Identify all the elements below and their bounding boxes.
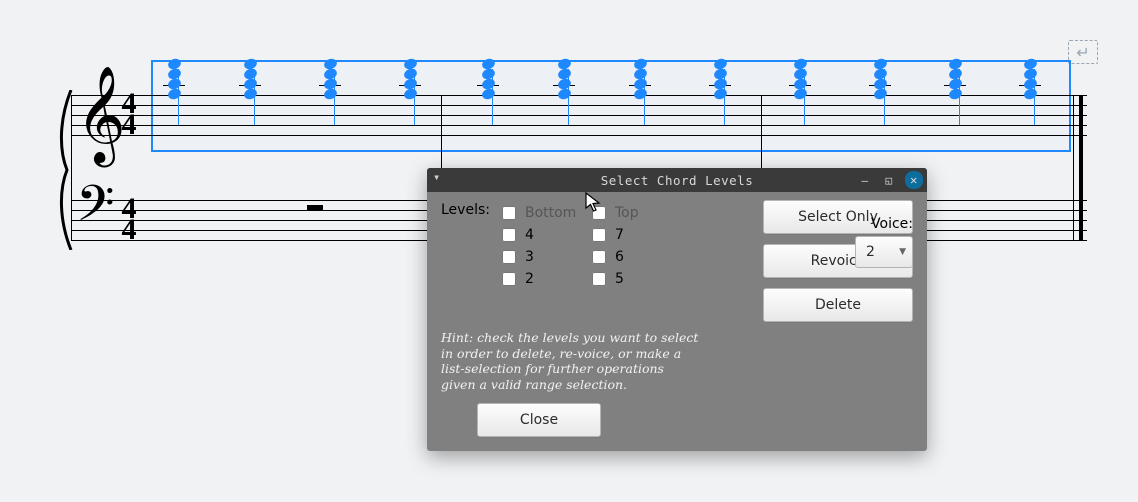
level-checkbox-top[interactable]: Top [588,203,668,223]
delete-button[interactable]: Delete [763,288,913,322]
chord[interactable] [555,45,573,135]
barline [1073,95,1074,241]
close-button[interactable]: Close [477,403,601,437]
maximize-icon[interactable]: ◱ [881,172,897,188]
chord[interactable] [871,45,889,135]
levels-checkboxes: Bottom Top 4 7 3 6 2 5 [498,202,668,290]
chord[interactable] [401,45,419,135]
chord[interactable] [165,45,183,135]
time-signature-bass: 4 4 [115,198,143,240]
barline [71,95,72,241]
close-icon[interactable]: ✕ [905,171,923,189]
level-checkbox-label: 4 [525,227,534,243]
voice-select[interactable]: 2 ▼ [855,236,913,268]
time-signature-treble: 4 4 [115,93,143,135]
level-checkbox-label: 2 [525,271,534,287]
dialog-title: Select Chord Levels [601,173,754,188]
voice-value: 2 [866,244,875,260]
chord[interactable] [479,45,497,135]
chord[interactable] [711,45,729,135]
level-checkbox-6[interactable]: 6 [588,247,668,267]
chord[interactable] [631,45,649,135]
level-checkbox-label: Bottom [525,205,576,221]
chord[interactable] [791,45,809,135]
bass-clef-icon: 𝄢 [76,180,115,240]
level-checkbox-7[interactable]: 7 [588,225,668,245]
chevron-down-icon: ▼ [899,247,906,257]
chord[interactable] [946,45,964,135]
level-checkbox-5[interactable]: 5 [588,269,668,289]
voice-label: Voice: [871,216,913,232]
level-checkbox-bottom[interactable]: Bottom [498,203,578,223]
level-checkbox-3[interactable]: 3 [498,247,578,267]
minimize-icon[interactable]: — [857,172,873,188]
level-checkbox-4[interactable]: 4 [498,225,578,245]
final-barline [1079,95,1083,241]
select-chord-levels-dialog: ▾ Select Chord Levels — ◱ ✕ Levels: Bott… [427,168,927,451]
level-checkbox-2[interactable]: 2 [498,269,578,289]
whole-rest [307,205,323,211]
levels-label: Levels: [441,202,490,218]
window-menu-icon[interactable]: ▾ [433,170,441,184]
level-checkbox-label: 5 [615,271,624,287]
level-checkbox-label: 6 [615,249,624,265]
level-checkbox-label: Top [615,205,639,221]
level-checkbox-label: 3 [525,249,534,265]
chord[interactable] [241,45,259,135]
staff-treble [71,95,1087,135]
hint-text: Hint: check the levels you want to selec… [441,330,701,393]
chord[interactable] [1021,45,1039,135]
chord[interactable] [321,45,339,135]
dialog-titlebar[interactable]: ▾ Select Chord Levels — ◱ ✕ [427,168,927,192]
level-checkbox-label: 7 [615,227,624,243]
